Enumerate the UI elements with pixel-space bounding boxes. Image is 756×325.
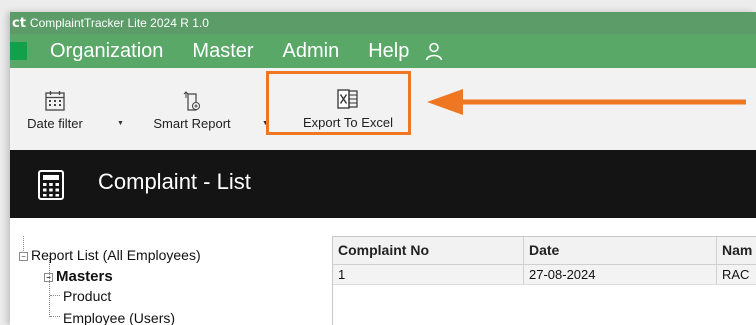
tree-root-label: Report List (All Employees) [31,247,201,263]
tree-item-product[interactable]: Product [63,288,111,304]
title-bar: ct ComplaintTracker Lite 2024 R 1.0 [10,12,756,34]
report-tree: − Report List (All Employees) − Masters Pr… [10,218,320,325]
tree-masters-label: Masters [56,268,113,285]
column-header-date[interactable]: Date [524,237,717,264]
page-title: Complaint - List [98,169,251,194]
smart-report-label: Smart Report [153,116,231,131]
menu-organization[interactable]: Organization [50,40,163,63]
menu-admin[interactable]: Admin [283,40,340,63]
column-header-name[interactable]: Nam [717,237,756,264]
smart-report-icon [183,91,201,111]
column-header-complaint-no[interactable]: Complaint No [333,237,524,264]
calculator-icon [38,170,64,200]
grid-header: Complaint No Date Nam [333,237,756,265]
export-highlight-box [266,71,411,135]
smart-report-button[interactable]: Smart Report [143,90,241,138]
app-title: ComplaintTracker Lite 2024 R 1.0 [29,16,209,30]
app-window: ct ComplaintTracker Lite 2024 R 1.0 Orga… [10,12,756,325]
tree-item-label: Employee (Users) [63,310,176,325]
date-filter-label: Date filter [27,116,83,131]
collapse-toggle-icon[interactable]: − [19,251,28,261]
arrow-pointer-icon [427,89,746,115]
cell-complaint-no: 1 [333,265,524,284]
table-row[interactable]: 1 27-08-2024 RAC [333,265,756,285]
menu-help[interactable]: Help [368,40,409,63]
tree-root[interactable]: − Report List (All Employees) [19,247,201,263]
app-logo: ct [12,15,26,31]
user-icon[interactable] [424,41,444,61]
date-filter-button[interactable]: Date filter [24,90,86,138]
tree-node-masters[interactable]: − Masters [44,268,113,285]
menu-accent-square [10,42,27,60]
page-header: Complaint - List [10,150,756,218]
date-filter-dropdown-icon[interactable]: ▼ [117,120,124,127]
tree-item-label: Product [63,288,112,304]
collapse-toggle-icon[interactable]: − [44,272,53,282]
calendar-icon [45,91,65,111]
cell-name: RAC [722,267,750,282]
menu-master[interactable]: Master [192,40,253,63]
menu-bar: Organization Master Admin Help [10,34,756,68]
complaint-grid: Complaint No Date Nam 1 27-08-2024 RAC [332,236,756,325]
cell-date: 27-08-2024 [524,265,717,284]
tree-item-employee-users[interactable]: Employee (Users) [63,310,175,325]
